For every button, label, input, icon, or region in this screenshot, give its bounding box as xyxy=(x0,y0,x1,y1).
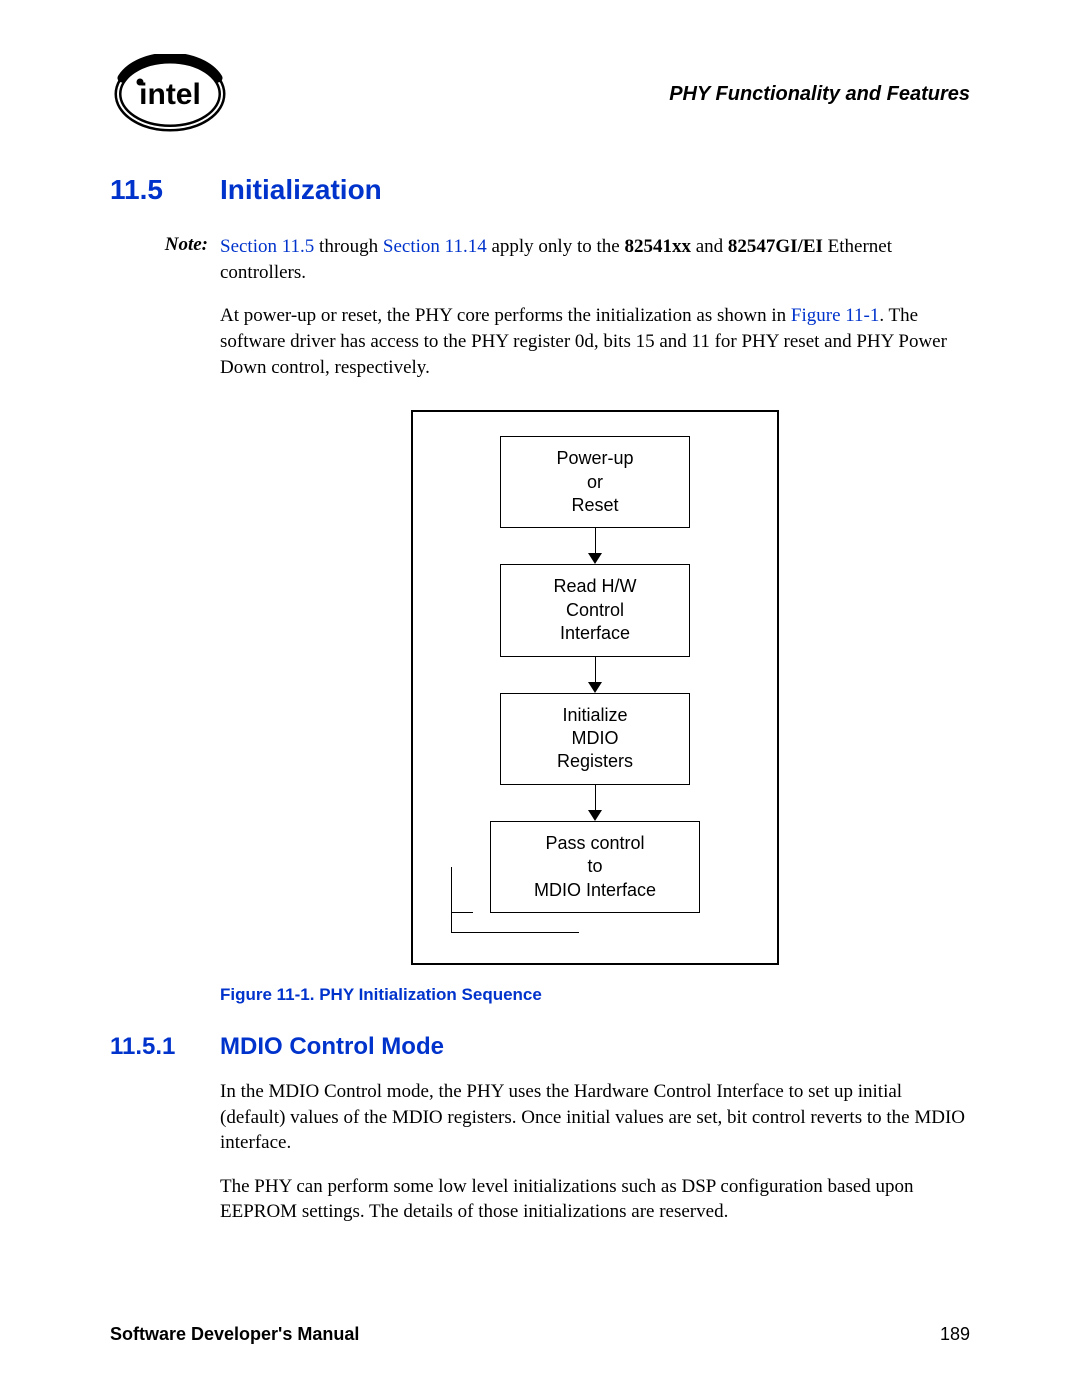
paragraph: At power-up or reset, the PHY core perfo… xyxy=(220,303,970,380)
arrow-down-icon xyxy=(588,553,602,564)
subsection-title: MDIO Control Mode xyxy=(220,1033,444,1061)
page-footer: Software Developer's Manual 189 xyxy=(110,1324,970,1345)
figure-frame: Power-up or Reset Read H/W Control Inter… xyxy=(411,410,779,965)
footer-manual-title: Software Developer's Manual xyxy=(110,1324,359,1345)
page-number: 189 xyxy=(940,1324,970,1345)
flow-box-line: MDIO Interface xyxy=(495,879,695,902)
section-heading: 11.5 Initialization xyxy=(110,174,970,206)
flow-box-line: Registers xyxy=(505,750,685,773)
flow-box-line: Pass control xyxy=(495,832,695,855)
note-block: Note: Section 11.5 through Section 11.14… xyxy=(110,234,970,285)
figure: Power-up or Reset Read H/W Control Inter… xyxy=(220,410,970,965)
arrow-stem xyxy=(595,528,596,554)
arrow-down-icon xyxy=(588,682,602,693)
link-section-11-14[interactable]: Section 11.14 xyxy=(383,236,487,257)
section-title: Initialization xyxy=(220,174,382,206)
flow-box-line: Read H/W xyxy=(505,575,685,598)
product-code: 82541xx xyxy=(624,236,691,257)
flow-box-line: MDIO xyxy=(505,727,685,750)
figure-caption: Figure 11-1. PHY Initialization Sequence xyxy=(220,985,970,1005)
product-code: 82547GI/EI xyxy=(728,236,823,257)
arrow-stem xyxy=(595,785,596,811)
svg-text:intel: intel xyxy=(139,78,201,111)
flow-box-line: Reset xyxy=(505,494,685,517)
subsection-heading: 11.5.1 MDIO Control Mode xyxy=(110,1033,970,1061)
section-number: 11.5 xyxy=(110,174,220,206)
note-label: Note: xyxy=(110,234,220,285)
arrow-stem xyxy=(595,657,596,683)
flow-box-line: to xyxy=(495,855,695,878)
note-body: Section 11.5 through Section 11.14 apply… xyxy=(220,234,970,285)
paragraph: The PHY can perform some low level initi… xyxy=(220,1174,970,1225)
flow-box-powerup: Power-up or Reset xyxy=(500,436,690,528)
flow-box-read-hw: Read H/W Control Interface xyxy=(500,564,690,656)
flow-box-pass-control: Pass control to MDIO Interface xyxy=(490,821,700,913)
subsection-number: 11.5.1 xyxy=(110,1033,220,1061)
arrow-down-icon xyxy=(588,810,602,821)
loopback-line xyxy=(451,867,473,913)
page-header: intel PHY Functionality and Features xyxy=(110,54,970,134)
flow-box-line: or xyxy=(505,471,685,494)
note-text: through xyxy=(314,236,383,257)
flow-box-line: Initialize xyxy=(505,704,685,727)
chapter-title: PHY Functionality and Features xyxy=(669,83,970,106)
flow-box-line: Interface xyxy=(505,622,685,645)
intel-logo: intel xyxy=(110,54,230,134)
note-text: and xyxy=(691,236,728,257)
paragraph: In the MDIO Control mode, the PHY uses t… xyxy=(220,1079,970,1156)
link-section-11-5[interactable]: Section 11.5 xyxy=(220,236,314,257)
body-text: At power-up or reset, the PHY core perfo… xyxy=(220,305,791,326)
flow-box-init-mdio: Initialize MDIO Registers xyxy=(500,693,690,785)
flow-box-line: Control xyxy=(505,599,685,622)
link-figure-11-1[interactable]: Figure 11-1 xyxy=(791,305,879,326)
note-text: apply only to the xyxy=(487,236,625,257)
flow-box-line: Power-up xyxy=(505,447,685,470)
loopback-line xyxy=(451,913,579,933)
